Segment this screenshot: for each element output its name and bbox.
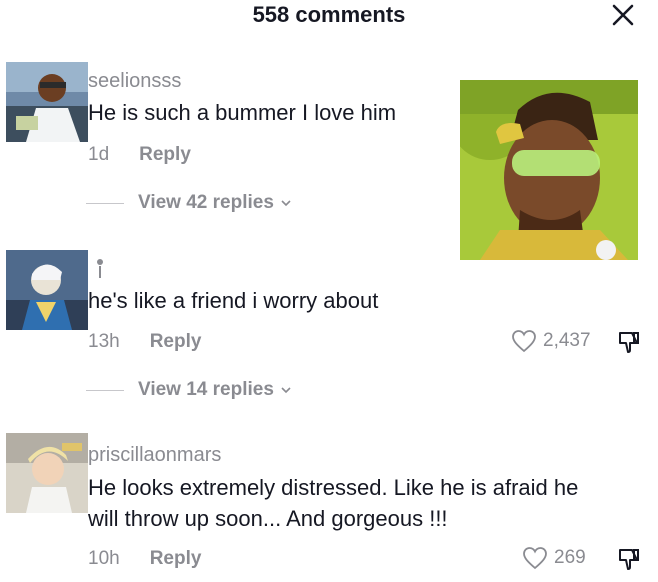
- avatar[interactable]: [6, 250, 88, 330]
- comment-text: he's like a friend i worry about: [88, 288, 379, 313]
- reply-button[interactable]: Reply: [139, 144, 191, 165]
- comment-timestamp: 10h: [88, 548, 120, 569]
- like-group: 269: [522, 546, 586, 570]
- verified-icon: [96, 258, 104, 280]
- heart-icon[interactable]: [511, 329, 537, 353]
- view-replies-label: View 14 replies: [138, 379, 274, 400]
- comment-text-line: will throw up soon... And gorgeous !!!: [88, 506, 448, 531]
- chevron-down-icon: [281, 387, 291, 394]
- heart-icon[interactable]: [522, 546, 548, 570]
- comments-count-title: 558 comments: [252, 2, 406, 27]
- like-count: 269: [554, 547, 586, 568]
- divider: [86, 389, 124, 391]
- comment-text: He is such a bummer I love him: [88, 100, 397, 125]
- comment-meta: 13h Reply: [88, 331, 201, 353]
- view-replies-label: View 42 replies: [138, 192, 274, 213]
- comment-timestamp: 13h: [88, 331, 120, 352]
- comment-timestamp: 1d: [88, 144, 110, 165]
- view-replies-button[interactable]: View 14 replies: [86, 379, 292, 401]
- like-count: 2,437: [543, 330, 591, 351]
- dislike-icon[interactable]: [616, 329, 642, 355]
- view-replies-button[interactable]: View 42 replies: [86, 192, 292, 214]
- divider: [86, 202, 124, 204]
- like-group: 2,437: [511, 329, 591, 353]
- comment-meta: 10h Reply: [88, 548, 201, 570]
- reply-button[interactable]: Reply: [150, 331, 202, 352]
- comment-username[interactable]: seelionsss: [88, 70, 181, 93]
- chevron-down-icon: [281, 200, 291, 207]
- sticker-image[interactable]: [460, 80, 638, 260]
- comment-text-line: He looks extremely distressed. Like he i…: [88, 475, 579, 500]
- avatar[interactable]: [6, 62, 88, 142]
- dislike-icon[interactable]: [616, 546, 642, 572]
- avatar[interactable]: [6, 433, 88, 513]
- comment-text: He looks extremely distressed. Like he i…: [88, 472, 578, 534]
- comment-username[interactable]: priscillaonmars: [88, 444, 221, 467]
- reply-button[interactable]: Reply: [150, 548, 202, 569]
- comment-meta: 1d Reply: [88, 144, 191, 166]
- close-icon[interactable]: [610, 2, 636, 28]
